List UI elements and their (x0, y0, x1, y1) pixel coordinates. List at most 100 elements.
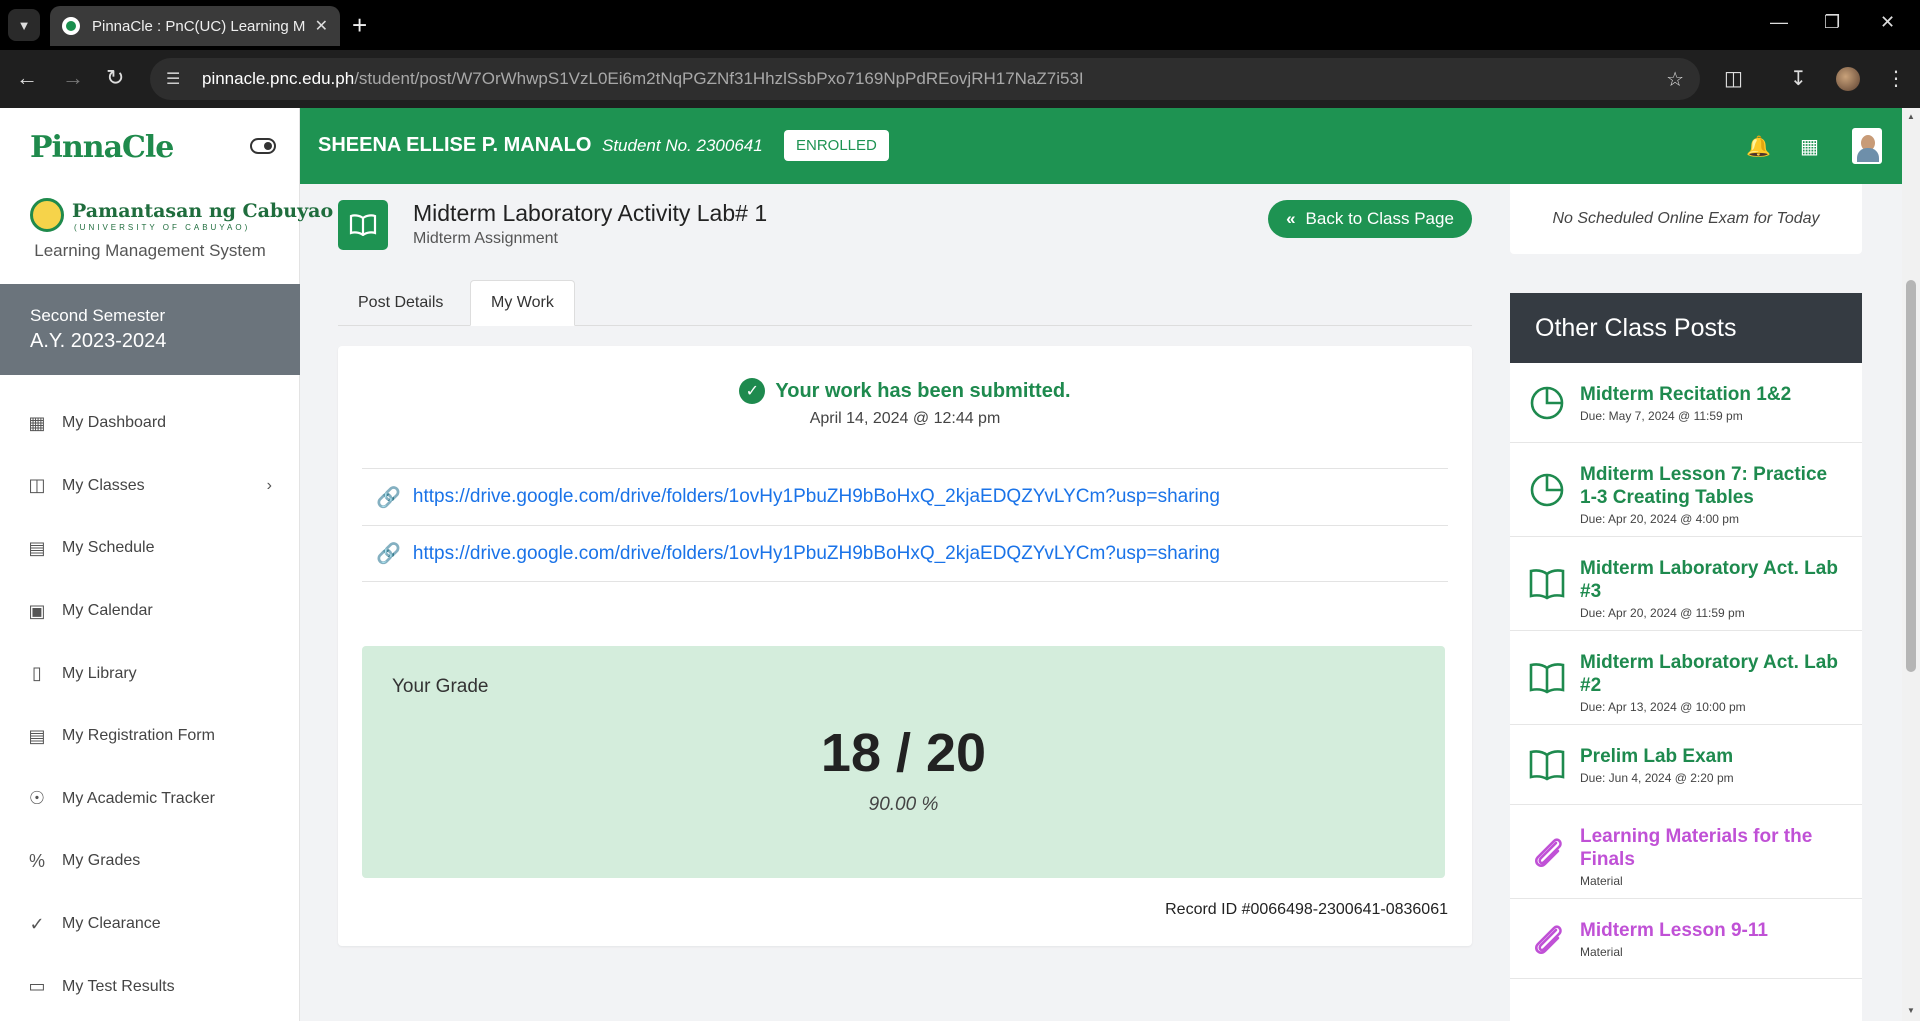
scroll-up-icon[interactable]: ▲ (1907, 112, 1915, 121)
no-exam-notice: No Scheduled Online Exam for Today (1510, 184, 1862, 254)
minimize-icon[interactable]: — (1770, 12, 1788, 33)
cast-icon: ◫ (28, 475, 46, 496)
book-icon (1529, 662, 1565, 694)
other-post-title: Midterm Recitation 1&2 (1580, 384, 1792, 405)
submitted-link[interactable]: https://drive.google.com/drive/folders/1… (413, 543, 1220, 565)
other-post-due: Due: Apr 20, 2024 @ 4:00 pm (1580, 512, 1739, 526)
sidebar-item-label: My Classes (62, 476, 145, 494)
book-icon (338, 200, 388, 250)
sidebar-item-classes[interactable]: ◫ My Classes › (0, 455, 300, 518)
other-post-title: Prelim Lab Exam (1580, 746, 1734, 767)
browser-tab[interactable]: PinnaCle : PnC(UC) Learning Ma ✕ (50, 6, 340, 46)
enrollment-status-badge: ENROLLED (784, 130, 889, 161)
other-post-item[interactable]: Mditerm Lesson 7: Practice 1-3 Creating … (1510, 443, 1862, 537)
sidebar-item-grades[interactable]: % My Grades (0, 830, 300, 893)
extensions-icon[interactable]: ◫ (1724, 66, 1743, 91)
other-post-item[interactable]: Prelim Lab Exam Due: Jun 4, 2024 @ 2:20 … (1510, 725, 1862, 805)
sidebar-item-label: My Test Results (62, 977, 175, 995)
browser-profile-avatar[interactable] (1836, 67, 1860, 91)
post-subtitle: Midterm Assignment (413, 230, 558, 247)
scroll-down-icon[interactable]: ▼ (1907, 1006, 1915, 1015)
sidebar-item-dashboard[interactable]: ▦ My Dashboard (0, 392, 300, 455)
compass-icon: ☉ (28, 788, 46, 809)
submitted-message: Your work has been submitted. (775, 379, 1071, 402)
apps-grid-icon[interactable]: ▦ (1800, 134, 1819, 159)
my-work-card: ✓ Your work has been submitted. April 14… (338, 346, 1472, 946)
clipboard-icon: ▭ (28, 976, 46, 997)
other-post-item[interactable]: Midterm Recitation 1&2 Due: May 7, 2024 … (1510, 363, 1862, 443)
tab-close-icon[interactable]: ✕ (315, 16, 328, 36)
book-icon: ▯ (32, 663, 42, 684)
reload-icon[interactable]: ↻ (106, 65, 124, 91)
site-info-icon[interactable]: ☰ (166, 69, 190, 89)
tab-list-chevron-icon[interactable]: ▼ (8, 9, 40, 41)
pinnacle-logo[interactable]: PinnaCle (30, 130, 280, 165)
academic-year: A.Y. 2023-2024 (30, 330, 167, 352)
pie-chart-icon (1530, 473, 1564, 506)
sidebar-item-label: My Calendar (62, 602, 153, 620)
browser-tab-bar: ▼ PinnaCle : PnC(UC) Learning Ma ✕ + — ❐… (0, 0, 1920, 50)
page-scrollbar[interactable]: ▲ ▼ (1902, 108, 1920, 1021)
paperclip-icon (1535, 837, 1562, 867)
percent-icon: % (28, 850, 45, 871)
address-bar[interactable]: ☰ pinnacle.pnc.edu.ph/student/post/W7OrW… (150, 58, 1700, 100)
other-post-type: Material (1580, 945, 1623, 959)
window-close-icon[interactable]: ✕ (1880, 12, 1895, 33)
user-avatar[interactable] (1852, 128, 1882, 164)
other-post-title: Midterm Laboratory Act. Lab #2 (1580, 652, 1838, 696)
semester-panel: Second Semester A.Y. 2023-2024 (0, 284, 300, 375)
semester-label: Second Semester (30, 306, 166, 325)
sidebar-toggle-icon[interactable] (250, 138, 276, 154)
browser-toolbar: ← → ↻ ☰ pinnacle.pnc.edu.ph/student/post… (0, 50, 1920, 108)
sidebar-item-label: My Registration Form (62, 727, 215, 745)
schedule-icon: ▤ (28, 537, 46, 558)
grade-percent: 90.00 % (868, 794, 939, 815)
sidebar-item-label: My Grades (62, 852, 141, 870)
other-post-due: Due: May 7, 2024 @ 11:59 pm (1580, 409, 1743, 423)
url-path: /student/post/W7OrWhwpS1VzL0Ei6m2tNqPGZN… (354, 69, 1084, 88)
other-post-type: Material (1580, 874, 1623, 888)
new-tab-plus-icon[interactable]: + (352, 10, 367, 40)
sidebar-item-library[interactable]: ▯ My Library (0, 642, 300, 705)
sidebar-item-clearance[interactable]: ✓ My Clearance (0, 893, 300, 956)
post-header: Midterm Laboratory Activity Lab# 1 Midte… (338, 196, 1472, 252)
other-post-item[interactable]: Midterm Laboratory Act. Lab #3 Due: Apr … (1510, 537, 1862, 631)
sidebar-item-registration-form[interactable]: ▤ My Registration Form (0, 705, 300, 768)
document-icon: ▤ (28, 725, 46, 746)
submitted-link[interactable]: https://drive.google.com/drive/folders/1… (413, 486, 1220, 508)
back-to-class-button[interactable]: « Back to Class Page (1268, 200, 1472, 238)
forward-arrow-icon[interactable]: → (62, 65, 84, 91)
sidebar-menu: ▦ My Dashboard ◫ My Classes › ▤ My Sched… (0, 392, 300, 1018)
submission-status: ✓ Your work has been submitted. April 14… (338, 378, 1472, 428)
university-seal-icon (30, 198, 64, 232)
other-post-item[interactable]: Midterm Lesson 9-11 Material (1510, 899, 1862, 979)
scrollbar-thumb[interactable] (1906, 280, 1916, 672)
post-tabs: Post Details My Work (338, 280, 1472, 326)
url-host: pinnacle.pnc.edu.ph (202, 69, 355, 88)
browser-menu-icon[interactable]: ⋮ (1886, 66, 1906, 91)
tab-my-work[interactable]: My Work (470, 280, 575, 326)
back-arrow-icon[interactable]: ← (16, 65, 38, 91)
sidebar-item-academic-tracker[interactable]: ☉ My Academic Tracker (0, 768, 300, 831)
download-icon[interactable]: ↧ (1790, 66, 1807, 91)
book-icon (1529, 749, 1565, 781)
sidebar-item-label: My Dashboard (62, 414, 167, 432)
tab-title: PinnaCle : PnC(UC) Learning Ma (92, 17, 305, 35)
grade-label: Your Grade (392, 676, 489, 697)
other-post-item[interactable]: Midterm Laboratory Act. Lab #2 Due: Apr … (1510, 631, 1862, 725)
double-chevron-left-icon: « (1286, 209, 1296, 228)
grade-value: 18 / 20 (820, 723, 987, 783)
tab-post-details[interactable]: Post Details (338, 280, 463, 326)
sidebar-item-label: My Library (62, 664, 137, 682)
sidebar-item-schedule[interactable]: ▤ My Schedule (0, 517, 300, 580)
paperclip-icon (1535, 924, 1562, 954)
sidebar-item-test-results[interactable]: ▭ My Test Results (0, 955, 300, 1018)
bookmark-star-icon[interactable]: ☆ (1666, 67, 1684, 92)
dashboard-icon: ▦ (28, 412, 46, 433)
bell-icon[interactable]: 🔔 (1746, 134, 1771, 159)
sidebar-item-calendar[interactable]: ▣ My Calendar (0, 580, 300, 643)
other-post-item[interactable]: Learning Materials for the Finals Materi… (1510, 805, 1862, 899)
app-header: SHEENA ELLISE P. MANALO Student No. 2300… (300, 108, 1920, 184)
other-post-title: Midterm Lesson 9-11 (1580, 920, 1768, 941)
restore-icon[interactable]: ❐ (1824, 12, 1840, 33)
